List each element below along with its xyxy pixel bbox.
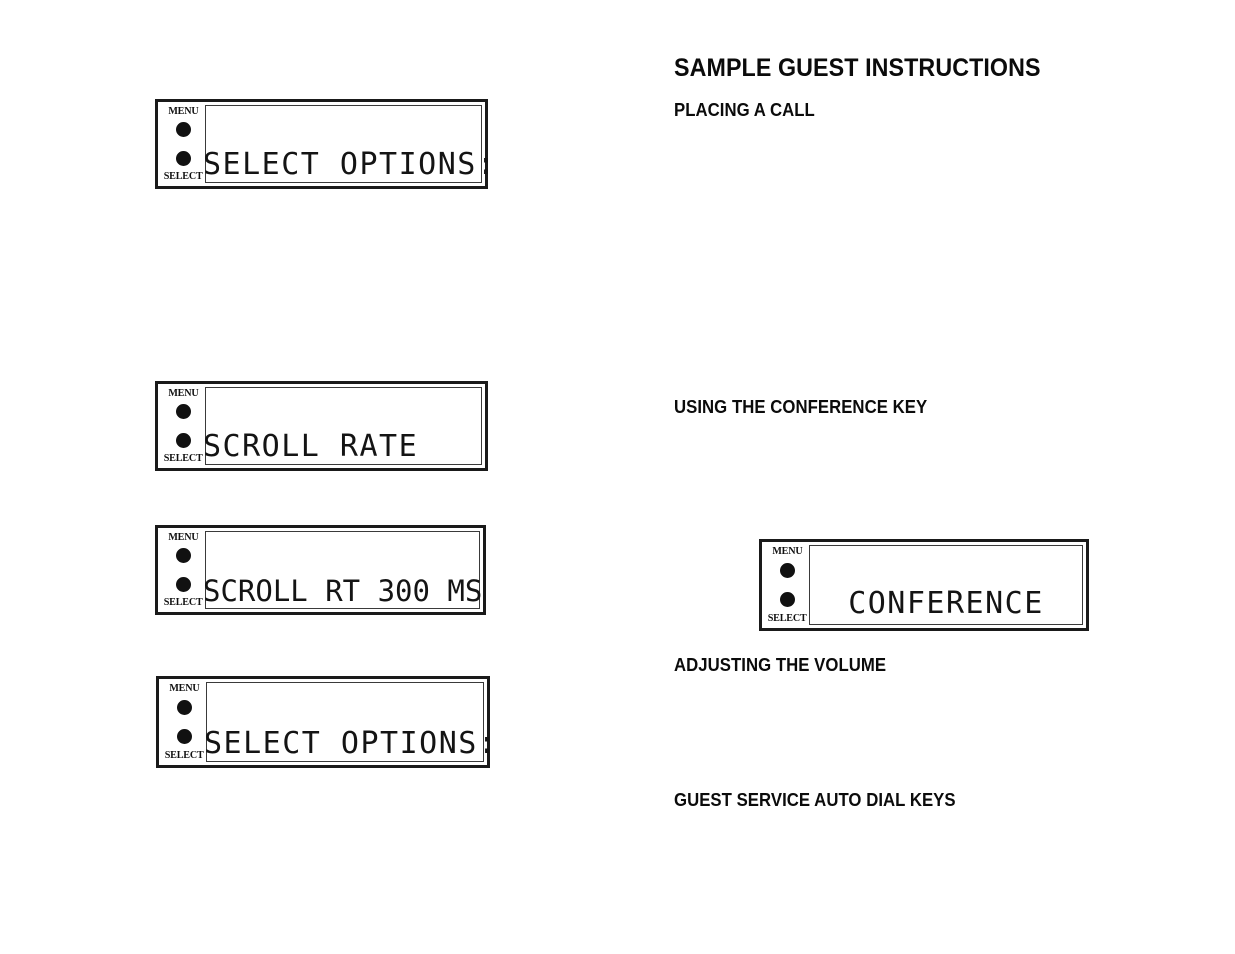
select-key-button[interactable] [175, 433, 191, 448]
section-heading-placing-a-call: PLACING A CALL [674, 100, 815, 120]
select-key-label: SELECT [163, 170, 203, 182]
select-key-button[interactable] [779, 592, 795, 607]
menu-key-button[interactable] [175, 548, 191, 563]
lcd-screen-text: CONFERENCE [848, 586, 1044, 621]
select-key-button[interactable] [176, 729, 192, 744]
menu-key-label: MENU [167, 105, 199, 117]
lcd-screen-text: SELECT OPTIONS: [204, 726, 498, 761]
softkey-dots [175, 122, 191, 166]
menu-key-label: MENU [771, 545, 803, 557]
menu-key-label: MENU [167, 387, 199, 399]
select-key-label: SELECT [163, 596, 203, 608]
select-key-label: SELECT [163, 452, 203, 464]
lcd-screen: SCROLL RATE [203, 387, 482, 465]
softkey-column: MENU SELECT [161, 387, 205, 465]
section-heading-guest-service-auto-dial-keys: GUEST SERVICE AUTO DIAL KEYS [674, 790, 956, 810]
softkey-column: MENU SELECT [161, 105, 205, 183]
page-title: SAMPLE GUEST INSTRUCTIONS [674, 54, 1041, 82]
softkey-column: MENU SELECT [161, 531, 205, 609]
phone-display-scroll-rate: MENU SELECT SCROLL RATE [155, 381, 488, 471]
phone-display-conference: MENU SELECT CONFERENCE [759, 539, 1089, 631]
lcd-screen-text: SELECT OPTIONS: [203, 147, 497, 182]
menu-key-button[interactable] [779, 563, 795, 578]
phone-display-select-options-bottom: MENU SELECT SELECT OPTIONS: [156, 676, 498, 768]
select-key-button[interactable] [175, 151, 191, 166]
softkey-dots [175, 548, 191, 592]
softkey-dots [176, 700, 192, 744]
lcd-screen: SELECT OPTIONS: [204, 682, 498, 762]
select-key-button[interactable] [175, 577, 191, 592]
lcd-screen: SELECT OPTIONS: [203, 105, 497, 183]
lcd-screen-text: SCROLL RT 300 MS [203, 574, 483, 608]
lcd-screen-text: SCROLL RATE [203, 429, 419, 464]
softkey-dots [779, 563, 795, 607]
menu-key-label: MENU [168, 682, 200, 694]
page-canvas: MENU SELECT SELECT OPTIONS: MENU SELECT … [0, 0, 1235, 954]
section-heading-using-the-conference-key: USING THE CONFERENCE KEY [674, 397, 928, 417]
menu-key-button[interactable] [175, 122, 191, 137]
select-key-label: SELECT [164, 749, 204, 761]
select-key-label: SELECT [767, 612, 807, 624]
softkey-column: MENU SELECT [765, 545, 809, 625]
lcd-screen: SCROLL RT 300 MS [203, 531, 483, 609]
menu-key-label: MENU [167, 531, 199, 543]
menu-key-button[interactable] [176, 700, 192, 715]
softkey-dots [175, 404, 191, 448]
menu-key-button[interactable] [175, 404, 191, 419]
section-heading-adjusting-the-volume: ADJUSTING THE VOLUME [674, 655, 887, 675]
softkey-column: MENU SELECT [162, 682, 206, 762]
lcd-screen: CONFERENCE [809, 545, 1083, 625]
phone-display-scroll-rt-300-ms: MENU SELECT SCROLL RT 300 MS [155, 525, 486, 615]
phone-display-select-options-top: MENU SELECT SELECT OPTIONS: [155, 99, 497, 189]
